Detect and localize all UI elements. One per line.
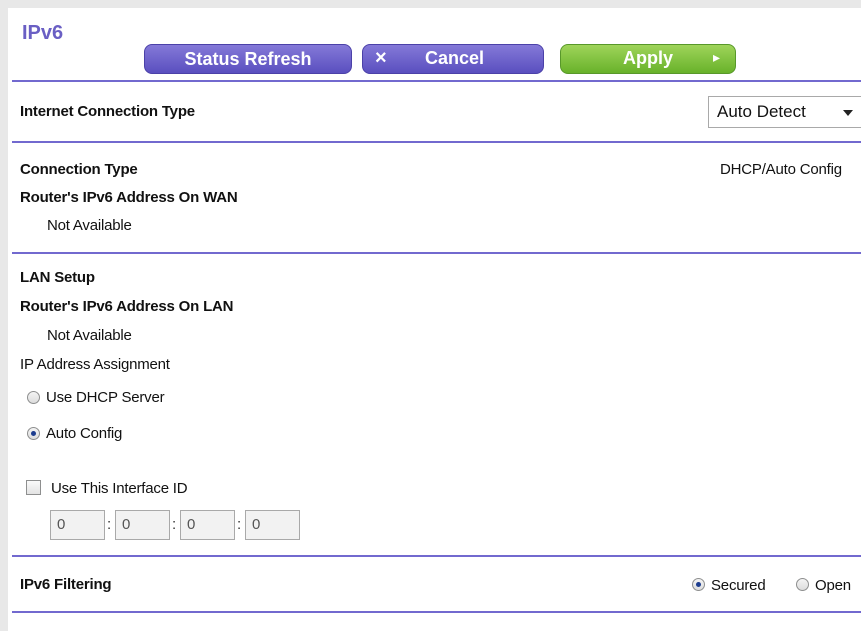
ipv6-lan-value: Not Available — [47, 327, 132, 344]
colon-separator: : — [237, 516, 242, 533]
divider — [12, 555, 861, 557]
filtering-secured-label[interactable]: Secured — [711, 577, 766, 594]
filtering-open-radio[interactable] — [796, 578, 809, 591]
ipv6-filtering-label: IPv6 Filtering — [20, 576, 112, 593]
ipv6-lan-label: Router's IPv6 Address On LAN — [20, 298, 234, 315]
divider — [12, 80, 861, 82]
ipv6-wan-label: Router's IPv6 Address On WAN — [20, 189, 238, 206]
interface-id-field-4[interactable]: 0 — [245, 510, 300, 540]
use-dhcp-server-label[interactable]: Use DHCP Server — [46, 389, 165, 406]
status-refresh-label: Status Refresh — [184, 48, 312, 69]
ip-address-assignment-label: IP Address Assignment — [20, 356, 170, 373]
colon-separator: : — [107, 516, 112, 533]
apply-label: Apply — [623, 48, 674, 68]
colon-separator: : — [172, 516, 177, 533]
cancel-label: Cancel — [425, 48, 485, 68]
status-refresh-button[interactable]: Status Refresh — [144, 44, 352, 74]
use-dhcp-server-radio[interactable] — [27, 391, 40, 404]
divider — [12, 141, 861, 143]
auto-config-label[interactable]: Auto Config — [46, 425, 122, 442]
use-interface-id-checkbox[interactable] — [26, 480, 41, 495]
apply-button[interactable]: Apply ▸ — [560, 44, 736, 74]
connection-type-value: DHCP/Auto Config — [720, 161, 842, 178]
top-border — [0, 0, 861, 8]
filtering-secured-radio[interactable] — [692, 578, 705, 591]
use-interface-id-label[interactable]: Use This Interface ID — [51, 480, 188, 497]
cancel-button[interactable]: × Cancel — [362, 44, 544, 74]
ipv6-wan-value: Not Available — [47, 217, 132, 234]
divider — [12, 611, 861, 613]
arrow-right-icon: ▸ — [713, 49, 721, 65]
chevron-down-icon — [843, 110, 853, 116]
lan-setup-title: LAN Setup — [20, 269, 95, 286]
interface-id-field-3[interactable]: 0 — [180, 510, 235, 540]
auto-config-radio[interactable] — [27, 427, 40, 440]
close-icon: × — [375, 47, 387, 69]
divider — [12, 252, 861, 254]
filtering-open-label[interactable]: Open — [815, 577, 851, 594]
internet-connection-type-select[interactable]: Auto Detect — [708, 96, 861, 128]
internet-connection-type-label: Internet Connection Type — [20, 103, 195, 120]
left-border — [0, 0, 8, 631]
page-title: IPv6 — [22, 22, 64, 44]
connection-type-label: Connection Type — [20, 161, 138, 178]
interface-id-field-2[interactable]: 0 — [115, 510, 170, 540]
select-value: Auto Detect — [717, 102, 806, 121]
interface-id-field-1[interactable]: 0 — [50, 510, 105, 540]
